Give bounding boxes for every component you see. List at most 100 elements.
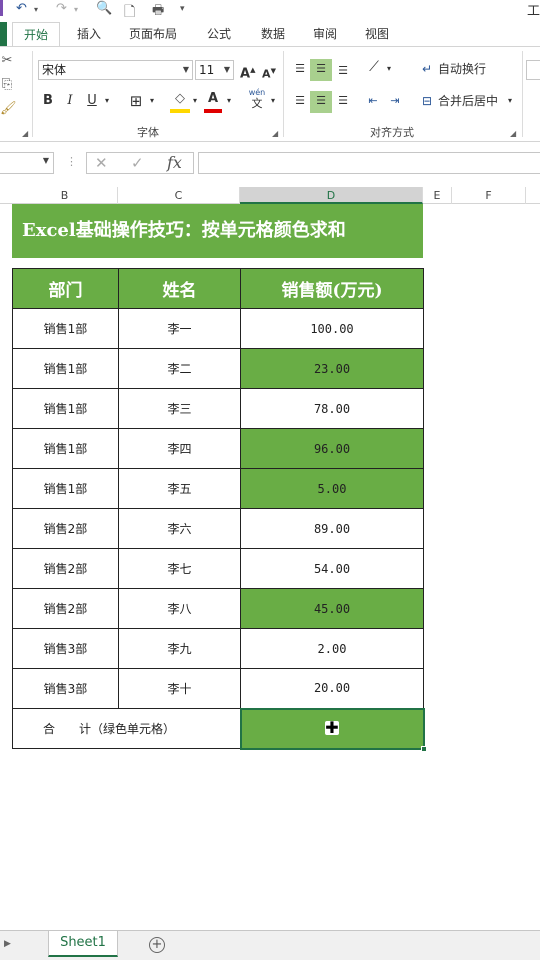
cell-department[interactable]: 销售1部: [12, 468, 119, 509]
customize-qat-icon[interactable]: ▾: [180, 4, 185, 14]
wrap-text-icon[interactable]: ↵: [418, 59, 436, 79]
name-box[interactable]: ▼: [0, 152, 54, 174]
cell-name[interactable]: 李三: [118, 388, 241, 429]
phonetic-guide-button[interactable]: wén 文: [246, 87, 268, 109]
email-icon[interactable]: 🖶: [152, 1, 164, 23]
cell-name[interactable]: 李五: [118, 468, 241, 509]
fill-color-dropdown-icon[interactable]: ▾: [190, 91, 200, 111]
sheet-tab-sheet1[interactable]: Sheet1: [48, 931, 118, 957]
cell-department[interactable]: 销售3部: [12, 668, 119, 709]
column-header-b[interactable]: B: [12, 187, 118, 204]
cell-sales[interactable]: 100.00: [240, 308, 424, 349]
cut-icon[interactable]: ✂: [0, 51, 14, 71]
font-name-combo[interactable]: 宋体 ▼: [38, 60, 193, 80]
column-header-d[interactable]: D: [240, 187, 423, 204]
header-sales[interactable]: 销售额(万元): [240, 268, 424, 309]
align-left-icon[interactable]: ☰: [290, 91, 310, 111]
column-header-c[interactable]: C: [118, 187, 240, 204]
clipboard-dialog-launcher-icon[interactable]: ◢: [22, 129, 28, 138]
merge-center-button[interactable]: 合并后居中: [438, 91, 504, 111]
decrease-indent-icon[interactable]: ⇤: [364, 91, 382, 111]
cell-sales[interactable]: 96.00: [240, 428, 424, 469]
orientation-dropdown-icon[interactable]: ▾: [384, 59, 394, 79]
cell-department[interactable]: 销售1部: [12, 348, 119, 389]
insert-function-icon[interactable]: fx: [167, 153, 182, 172]
tab-insert[interactable]: 插入: [66, 22, 112, 46]
merge-center-icon[interactable]: ⊟: [418, 91, 436, 111]
header-department[interactable]: 部门: [12, 268, 119, 309]
tab-review[interactable]: 审阅: [302, 22, 348, 46]
column-header-f[interactable]: F: [452, 187, 526, 204]
alignment-dialog-launcher-icon[interactable]: ◢: [510, 129, 516, 138]
font-color-icon[interactable]: A: [204, 89, 222, 113]
cell-name[interactable]: 李一: [118, 308, 241, 349]
copy-icon[interactable]: ⎘: [0, 75, 14, 95]
cell-sales[interactable]: 45.00: [240, 588, 424, 629]
phonetic-dropdown-icon[interactable]: ▾: [268, 91, 278, 111]
cell-name[interactable]: 李七: [118, 548, 241, 589]
cell-name[interactable]: 李二: [118, 348, 241, 389]
merge-dropdown-icon[interactable]: ▾: [505, 91, 515, 111]
undo-dropdown-icon[interactable]: ▾: [34, 5, 38, 14]
fill-color-icon[interactable]: ◇: [170, 89, 190, 113]
increase-indent-icon[interactable]: ⇥: [386, 91, 404, 111]
borders-dropdown-icon[interactable]: ▾: [147, 91, 157, 111]
cell-sales[interactable]: 20.00: [240, 668, 424, 709]
cell-department[interactable]: 销售2部: [12, 588, 119, 629]
cell-department[interactable]: 销售1部: [12, 388, 119, 429]
cell-sales[interactable]: 54.00: [240, 548, 424, 589]
cell-department[interactable]: 销售2部: [12, 508, 119, 549]
align-top-icon[interactable]: ☰: [290, 59, 310, 79]
cancel-icon[interactable]: ✕: [95, 154, 108, 172]
font-size-combo[interactable]: 11 ▼: [195, 60, 234, 80]
shrink-font-button[interactable]: A▼: [262, 61, 276, 85]
fill-handle[interactable]: [420, 745, 427, 752]
wrap-text-button[interactable]: 自动换行: [438, 59, 498, 79]
borders-icon[interactable]: ⊞: [126, 91, 146, 111]
undo-icon[interactable]: ↶: [16, 1, 27, 16]
worksheet-grid[interactable]: Excel基础操作技巧：按单元格颜色求和 部门 姓名 销售额(万元) 销售1部李…: [0, 204, 540, 930]
cell-department[interactable]: 销售3部: [12, 628, 119, 669]
sheet-title-banner[interactable]: Excel基础操作技巧：按单元格颜色求和: [12, 204, 423, 258]
cell-sales[interactable]: 5.00: [240, 468, 424, 509]
cell-department[interactable]: 销售1部: [12, 308, 119, 349]
add-sheet-icon[interactable]: +: [149, 937, 165, 953]
tab-home[interactable]: 开始: [12, 22, 60, 46]
cell-name[interactable]: 李十: [118, 668, 241, 709]
cell-name[interactable]: 李四: [118, 428, 241, 469]
chevron-down-icon[interactable]: ▼: [43, 156, 49, 165]
number-format-combo[interactable]: [526, 60, 540, 80]
tab-view[interactable]: 视图: [354, 22, 400, 46]
tab-page-layout[interactable]: 页面布局: [120, 22, 186, 46]
cell-sales[interactable]: 23.00: [240, 348, 424, 389]
header-name[interactable]: 姓名: [118, 268, 241, 309]
align-middle-icon[interactable]: ☰: [310, 59, 332, 81]
grow-font-button[interactable]: A▲: [240, 60, 255, 84]
align-center-icon[interactable]: ☰: [310, 91, 332, 113]
cell-sales[interactable]: 78.00: [240, 388, 424, 429]
formula-input[interactable]: [198, 152, 540, 174]
redo-icon[interactable]: ↷: [56, 1, 67, 16]
print-preview-icon[interactable]: 🔍: [96, 1, 112, 16]
align-bottom-icon[interactable]: ☰: [333, 61, 353, 81]
enter-icon[interactable]: ✓: [131, 154, 144, 172]
italic-button[interactable]: I: [62, 91, 78, 111]
column-header-e[interactable]: E: [423, 187, 452, 204]
align-right-icon[interactable]: ☰: [333, 91, 353, 111]
cell-sales[interactable]: 2.00: [240, 628, 424, 669]
cell-name[interactable]: 李八: [118, 588, 241, 629]
font-dialog-launcher-icon[interactable]: ◢: [272, 129, 278, 138]
redo-dropdown-icon[interactable]: ▾: [74, 5, 78, 14]
cell-name[interactable]: 李九: [118, 628, 241, 669]
orientation-icon[interactable]: ⟋: [364, 57, 384, 77]
tab-formulas[interactable]: 公式: [196, 22, 242, 46]
underline-button[interactable]: U: [84, 91, 100, 111]
font-color-dropdown-icon[interactable]: ▾: [224, 91, 234, 111]
cell-sales[interactable]: 89.00: [240, 508, 424, 549]
cell-name[interactable]: 李六: [118, 508, 241, 549]
sheet-scroll-left-icon[interactable]: ▶: [4, 939, 11, 949]
underline-dropdown-icon[interactable]: ▾: [102, 91, 112, 111]
bold-button[interactable]: B: [40, 91, 56, 111]
format-painter-icon[interactable]: 🖌: [0, 99, 17, 119]
tab-data[interactable]: 数据: [250, 22, 296, 46]
